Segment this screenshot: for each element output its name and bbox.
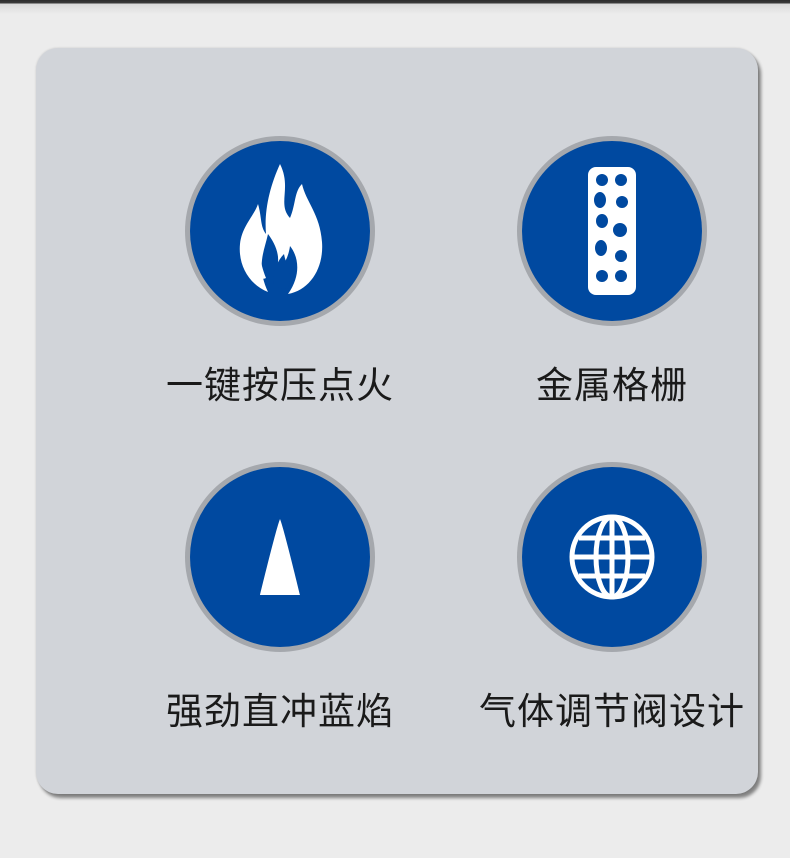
icon-badge (190, 141, 370, 321)
feature-one-key-ignition: 一键按压点火 (130, 141, 430, 411)
flame-icon (239, 164, 323, 294)
icon-badge (522, 141, 702, 321)
feature-blue-flame: 强劲直冲蓝焰 (130, 467, 430, 737)
feature-label: 一键按压点火 (166, 364, 394, 407)
icon-badge (190, 467, 370, 647)
globe-icon (569, 514, 655, 600)
feature-gas-valve: 气体调节阀设计 (462, 467, 762, 737)
feature-label: 金属格栅 (536, 364, 688, 407)
top-strip (0, 0, 790, 16)
feature-metal-grate: 金属格栅 (462, 141, 762, 411)
icon-badge (522, 467, 702, 647)
feature-label: 强劲直冲蓝焰 (166, 690, 394, 733)
blue-flame-cone-icon (260, 519, 300, 595)
metal-grate-icon (588, 167, 636, 295)
feature-label: 气体调节阀设计 (479, 690, 745, 733)
